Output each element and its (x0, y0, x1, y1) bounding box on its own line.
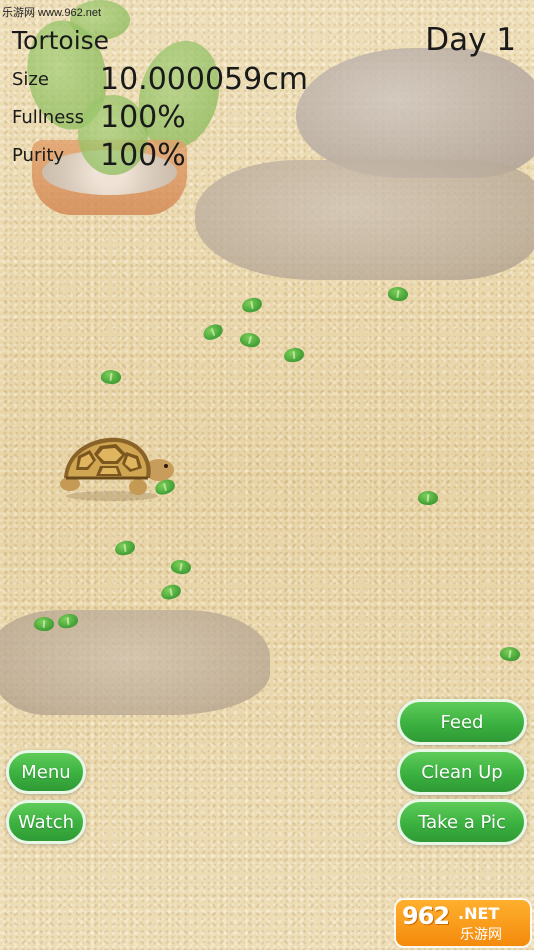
take-pic-button[interactable]: Take a Pic (397, 799, 527, 845)
pet-name-title: Tortoise (12, 26, 110, 55)
logo-number: 962 (402, 902, 450, 930)
site-watermark: 乐游网 www.962.net (2, 7, 102, 19)
watch-button[interactable]: Watch (6, 800, 86, 844)
day-counter: Day 1 (425, 22, 516, 58)
size-value: 10.000059cm (100, 62, 308, 97)
purity-value: 100% (100, 138, 186, 173)
fullness-label: Fullness (12, 107, 85, 128)
size-label: Size (12, 69, 49, 90)
rock-middle (195, 160, 534, 280)
clean-up-button[interactable]: Clean Up (397, 749, 527, 795)
rock-top-right (296, 48, 534, 178)
menu-button[interactable]: Menu (6, 750, 86, 794)
purity-label: Purity (12, 145, 65, 166)
game-screen[interactable]: 乐游网 www.962.net Tortoise Day 1 Size 10.0… (0, 0, 534, 950)
site-logo: 962 .NET 乐游网 (396, 900, 530, 946)
feed-button[interactable]: Feed (397, 699, 527, 745)
logo-net: .NET (458, 904, 500, 923)
tortoise-icon[interactable] (56, 432, 178, 502)
fullness-value: 100% (100, 100, 186, 135)
logo-chinese: 乐游网 (460, 927, 502, 943)
